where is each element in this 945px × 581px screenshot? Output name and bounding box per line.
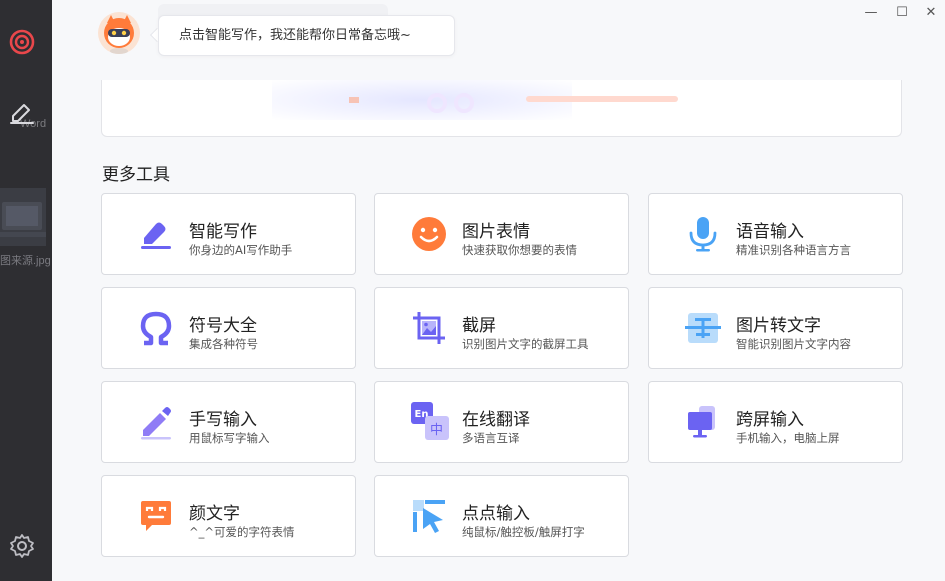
pencil-icon [138, 404, 174, 440]
tool-card-handwriting[interactable]: 手写输入 用鼠标写字输入 [101, 381, 356, 463]
screenshot-icon [411, 310, 447, 346]
edit-icon[interactable] [9, 99, 35, 125]
pen-write-icon [138, 216, 174, 252]
tool-name: 图片转文字 [736, 316, 821, 336]
maximize-button[interactable]: ☐ [893, 4, 911, 22]
minimize-button[interactable]: — [862, 4, 880, 22]
sidebar: Word 图来源.jpg [0, 0, 52, 581]
tool-card-click-input[interactable]: 点点输入 纯鼠标/触控板/触屏打字 [374, 475, 629, 557]
tool-card-symbols[interactable]: 符号大全 集成各种符号 [101, 287, 356, 369]
tool-card-smart-writing[interactable]: 智能写作 你身边的AI写作助手 [101, 193, 356, 275]
tool-name: 智能写作 [189, 222, 257, 242]
tool-desc: 你身边的AI写作助手 [189, 243, 293, 257]
tool-card-image-to-text[interactable]: 图片转文字 智能识别图片文字内容 [648, 287, 903, 369]
cross-screen-icon [685, 404, 721, 440]
mascot-avatar-icon[interactable] [97, 11, 141, 55]
gear-icon[interactable] [9, 533, 35, 559]
tool-desc: 智能识别图片文字内容 [736, 337, 851, 351]
tool-desc: 多语言互译 [462, 431, 520, 445]
tool-desc: 集成各种符号 [189, 337, 258, 351]
translate-icon: En 中 [411, 402, 449, 440]
banner-decoration-dot [454, 93, 474, 113]
background-window-strip: Word 图来源.jpg [0, 0, 52, 581]
ocr-icon [685, 310, 721, 346]
kaomoji-icon [138, 498, 174, 534]
tool-name: 颜文字 [189, 504, 240, 524]
banner-decoration [349, 97, 359, 103]
microphone-icon [685, 216, 721, 252]
tool-desc: 手机输入，电脑上屏 [736, 431, 840, 445]
assistant-bubble[interactable]: 点击智能写作，我还能帮你日常备忘哦~ [158, 15, 455, 56]
tool-card-voice-input[interactable]: 语音输入 精准识别各种语言方言 [648, 193, 903, 275]
omega-icon [138, 310, 174, 346]
tool-card-online-translate[interactable]: En 中 在线翻译 多语言互译 [374, 381, 629, 463]
tool-name: 图片表情 [462, 222, 530, 242]
click-input-icon [411, 498, 447, 534]
smiley-icon [411, 216, 447, 252]
tool-card-image-emoji[interactable]: 图片表情 快速获取你想要的表情 [374, 193, 629, 275]
tool-name: 跨屏输入 [736, 410, 804, 430]
svg-text:中: 中 [430, 423, 443, 438]
logo-target-icon[interactable] [9, 29, 35, 55]
banner-decoration-dot [427, 93, 447, 113]
tool-name: 手写输入 [189, 410, 257, 430]
tool-name: 在线翻译 [462, 410, 530, 430]
section-title: 更多工具 [102, 165, 170, 185]
tool-name: 点点输入 [462, 504, 530, 524]
banner-card[interactable] [101, 80, 902, 137]
background-file-name: 图来源.jpg [0, 255, 51, 267]
tool-name: 截屏 [462, 316, 496, 336]
tool-card-kaomoji[interactable]: 颜文字 ^_^可爱的字符表情 [101, 475, 356, 557]
tool-name: 符号大全 [189, 316, 257, 336]
close-button[interactable]: ✕ [922, 4, 940, 22]
tool-card-screenshot[interactable]: 截屏 识别图片文字的截屏工具 [374, 287, 629, 369]
banner-decoration-bar [526, 96, 678, 102]
background-thumbnail [0, 188, 46, 246]
tool-desc: 精准识别各种语言方言 [736, 243, 851, 257]
tool-desc: 快速获取你想要的表情 [462, 243, 577, 257]
tool-desc: 用鼠标写字输入 [189, 431, 270, 445]
tool-desc: ^_^可爱的字符表情 [189, 525, 295, 539]
tool-name: 语音输入 [736, 222, 804, 242]
tool-desc: 纯鼠标/触控板/触屏打字 [462, 525, 585, 539]
tool-desc: 识别图片文字的截屏工具 [462, 337, 589, 351]
tool-card-cross-screen[interactable]: 跨屏输入 手机输入，电脑上屏 [648, 381, 903, 463]
